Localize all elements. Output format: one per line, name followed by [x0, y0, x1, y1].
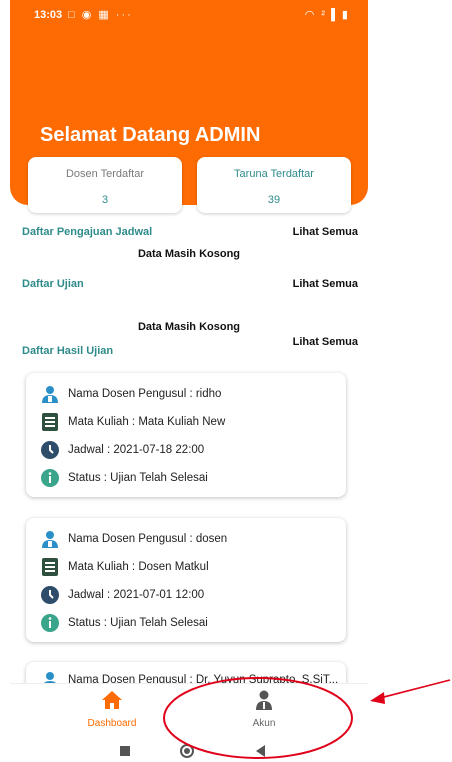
pengajuan-see-all-link[interactable]: Lihat Semua — [293, 226, 358, 238]
ujian-see-all-link[interactable]: Lihat Semua — [293, 278, 358, 290]
result-status-row: Status : Ujian Telah Selesai — [40, 468, 208, 488]
hasil-see-all-link[interactable]: Lihat Semua — [293, 336, 358, 348]
ujian-empty-text: Data Masih Kosong — [137, 321, 241, 333]
result-dosen-row: Nama Dosen Pengusul : ridho — [40, 384, 221, 404]
result-matkul-text: Mata Kuliah : Mata Kuliah New — [68, 416, 226, 428]
arrow-head-icon — [370, 692, 385, 704]
arrow-line — [379, 679, 451, 699]
dosen-count-value: 3 — [101, 194, 109, 206]
result-status-row: Status : Ujian Telah Selesai — [40, 613, 208, 633]
nav-dashboard-label: Dashboard — [87, 718, 137, 729]
nav-akun-label: Akun — [252, 718, 276, 729]
user-icon — [254, 690, 274, 714]
result-jadwal-text: Jadwal : 2021-07-01 12:00 — [68, 589, 205, 601]
system-nav-bar — [10, 740, 368, 762]
system-status-icons: ◠ ²▐ ▮ — [304, 9, 350, 21]
welcome-title: Selamat Datang ADMIN — [40, 124, 261, 146]
recent-apps-icon[interactable] — [120, 746, 130, 756]
nav-dashboard[interactable]: Dashboard — [62, 690, 162, 729]
result-matkul-row: Mata Kuliah : Mata Kuliah New — [40, 412, 225, 432]
taruna-count-card[interactable]: Taruna Terdaftar 39 — [197, 157, 351, 213]
app-screen: 13:03 □ ◉ ▦ ··· ◠ ²▐ ▮ Selamat Datang AD… — [10, 0, 368, 762]
pengajuan-section-title: Daftar Pengajuan Jadwal — [22, 226, 153, 238]
book-icon — [40, 557, 60, 577]
result-matkul-row: Mata Kuliah : Dosen Matkul — [40, 557, 209, 577]
notification-icons: □ ◉ ▦ ··· — [68, 9, 133, 21]
dosen-count-card[interactable]: Dosen Terdaftar 3 — [28, 157, 182, 213]
status-bar: 13:03 □ ◉ ▦ ··· ◠ ²▐ ▮ — [10, 0, 368, 30]
clock-icon — [40, 440, 60, 460]
taruna-count-value: 39 — [267, 194, 281, 206]
person-icon — [40, 384, 60, 404]
result-card[interactable]: Nama Dosen Pengusul : ridho Mata Kuliah … — [26, 373, 346, 497]
result-jadwal-text: Jadwal : 2021-07-18 22:00 — [68, 444, 205, 456]
result-dosen-text: Nama Dosen Pengusul : ridho — [68, 388, 222, 400]
result-card[interactable]: Nama Dosen Pengusul : dosen Mata Kuliah … — [26, 518, 346, 642]
dosen-count-label: Dosen Terdaftar — [65, 168, 145, 180]
nav-akun[interactable]: Akun — [214, 690, 314, 729]
result-dosen-text: Nama Dosen Pengusul : dosen — [68, 533, 228, 545]
status-time: 13:03 — [34, 9, 63, 21]
result-dosen-row: Nama Dosen Pengusul : dosen — [40, 529, 227, 549]
pengajuan-empty-text: Data Masih Kosong — [137, 248, 241, 260]
result-jadwal-row: Jadwal : 2021-07-01 12:00 — [40, 585, 204, 605]
clock-icon — [40, 585, 60, 605]
result-jadwal-row: Jadwal : 2021-07-18 22:00 — [40, 440, 204, 460]
back-icon[interactable] — [256, 745, 265, 757]
book-icon — [40, 412, 60, 432]
result-status-text: Status : Ujian Telah Selesai — [68, 617, 208, 629]
ujian-section-title: Daftar Ujian — [22, 278, 84, 290]
result-status-text: Status : Ujian Telah Selesai — [68, 472, 208, 484]
info-icon — [40, 613, 60, 633]
taruna-count-label: Taruna Terdaftar — [234, 168, 314, 180]
home-button-icon[interactable] — [180, 744, 194, 758]
result-matkul-text: Mata Kuliah : Dosen Matkul — [68, 561, 209, 573]
hasil-section-title: Daftar Hasil Ujian — [22, 345, 114, 357]
home-icon — [101, 691, 123, 714]
bottom-nav: Dashboard Akun — [10, 683, 368, 736]
person-icon — [40, 529, 60, 549]
info-icon — [40, 468, 60, 488]
